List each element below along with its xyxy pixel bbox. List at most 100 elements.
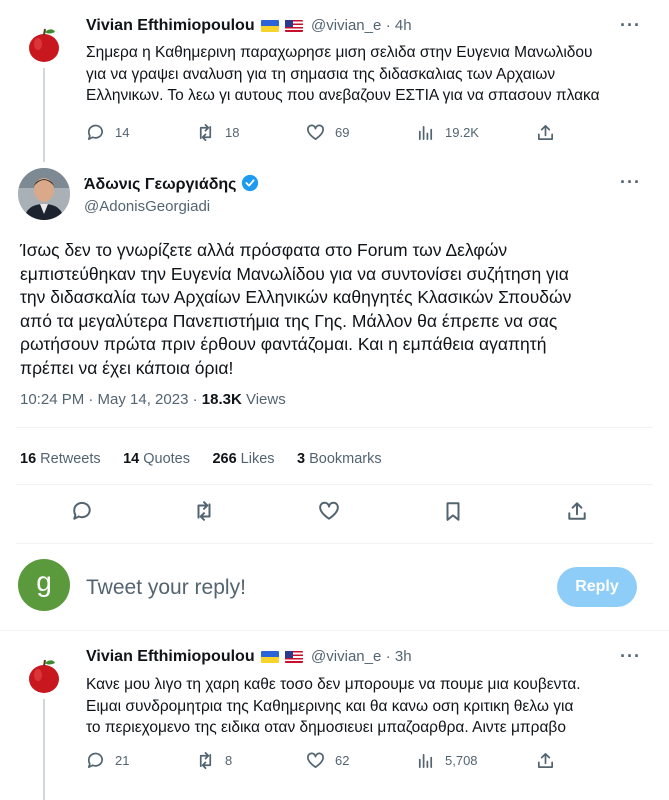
text-line: Σημερα η Καθημερινη παραχωρησε μιση σελι…	[86, 44, 593, 61]
like-button[interactable]: 69	[306, 123, 416, 142]
stat-count: 14	[123, 451, 140, 467]
tweet-2-actions: 21 8 62 5,708	[86, 751, 556, 770]
person-photo-icon	[18, 168, 70, 220]
retweet-count: 18	[225, 125, 240, 140]
us-flag-icon	[284, 19, 303, 32]
views-count: 5,708	[445, 753, 478, 768]
thread-line	[43, 699, 45, 800]
views-button[interactable]: 19.2K	[416, 123, 536, 142]
bookmarks-stat[interactable]: 3 Bookmarks	[297, 451, 382, 467]
text-line: Ειμαι συνδρομητρια της Καθημερινης και θ…	[86, 697, 574, 715]
tweet-time[interactable]: · 3h	[386, 648, 412, 665]
retweet-icon	[199, 124, 212, 141]
retweets-stat[interactable]: 16 Retweets	[20, 451, 101, 467]
quotes-stat[interactable]: 14 Quotes	[123, 451, 190, 467]
main-actions	[0, 500, 669, 524]
text-line: την διδασκαλία των Αρχαίων Ελληνικών καθ…	[20, 287, 572, 307]
stat-label: Quotes	[139, 451, 190, 467]
ukraine-flag-icon	[260, 650, 279, 663]
text-line: Κανε μου λιγο τη χαρη καθε τοσο δεν μπορ…	[86, 676, 581, 693]
views-button[interactable]: 5,708	[416, 751, 536, 770]
stat-count: 16	[20, 451, 37, 467]
stat-label: Retweets	[36, 451, 101, 467]
apple-avatar[interactable]	[24, 24, 64, 64]
verified-badge-icon	[241, 174, 259, 192]
reply-count: 14	[115, 125, 130, 140]
reply-icon	[87, 124, 103, 141]
tweet-2-text: Κανε μου λιγο τη χαρη καθε τοσο δεν μπορ…	[86, 674, 581, 739]
main-author-name-row: Άδωνις Γεωργιάδης	[84, 174, 259, 194]
author-handle[interactable]: @vivian_e	[311, 17, 381, 34]
stat-count: 3	[297, 451, 306, 467]
text-line: πρέπει να έχει κάποια όρια!	[20, 357, 234, 378]
more-options-icon[interactable]: ···	[620, 15, 641, 36]
text-line: Ίσως δεν το γνωρίζετε αλλά πρόσφατα στο …	[20, 240, 508, 260]
retweet-button[interactable]: 8	[196, 751, 306, 770]
tweet-1-actions: 14 18 69 19.2K	[86, 123, 556, 142]
like-button[interactable]: 62	[306, 751, 416, 770]
author-name[interactable]: Άδωνις Γεωργιάδης	[84, 176, 236, 193]
tweet-1-text: Σημερα η Καθημερινη παραχωρησε μιση σελι…	[86, 42, 600, 107]
text-line: το περιεχομενο της ειδικα οταν δημοσιευε…	[86, 719, 566, 736]
like-count: 69	[335, 125, 350, 140]
reply-icon[interactable]	[71, 500, 93, 522]
share-icon[interactable]	[566, 500, 588, 522]
reply-input[interactable]: Tweet your reply!	[86, 576, 246, 600]
text-line: ρωτήσουν πρώτα πριν έρθουν φαντάζομαι. Κ…	[20, 334, 547, 354]
tweet-time[interactable]: · 4h	[386, 17, 412, 34]
heart-icon	[307, 752, 324, 769]
ukraine-flag-icon	[260, 19, 279, 32]
apple-avatar[interactable]	[24, 655, 64, 695]
like-count: 62	[335, 753, 350, 768]
views-icon	[418, 753, 433, 769]
views-count: 19.2K	[445, 125, 479, 140]
heart-icon	[307, 124, 324, 141]
main-tweet-text: Ίσως δεν το γνωρίζετε αλλά πρόσφατα στο …	[20, 239, 571, 380]
avatar-letter: g	[36, 566, 52, 597]
text-line: από τα μεγαλύτερα Πανεπιστήμια της Γης. …	[20, 310, 558, 331]
author-name[interactable]: Vivian Efthimiopoulou	[86, 17, 255, 34]
retweet-icon	[199, 752, 212, 769]
tweet-meta: 10:24 PM · May 14, 2023 · 18.3K Views	[20, 391, 286, 408]
stat-count: 266	[212, 451, 237, 467]
reply-button[interactable]: 14	[86, 123, 196, 142]
apple-avatar-icon	[29, 28, 59, 62]
bookmark-icon[interactable]	[442, 500, 464, 522]
stat-label: Likes	[236, 451, 275, 467]
more-options-icon[interactable]: ···	[620, 172, 641, 193]
share-button[interactable]	[536, 123, 555, 142]
author-name[interactable]: Vivian Efthimiopoulou	[86, 648, 255, 665]
heart-icon[interactable]	[318, 500, 340, 522]
share-button[interactable]	[536, 751, 555, 770]
engagement-stats: 16 Retweets 14 Quotes 266 Likes 3 Bookma…	[20, 450, 382, 468]
retweet-button[interactable]: 18	[196, 123, 306, 142]
timestamp[interactable]: 10:24 PM · May 14, 2023 ·	[20, 391, 202, 408]
us-flag-icon	[284, 650, 303, 663]
views-label: Views	[241, 391, 286, 408]
text-line: εμπιστεύθηκαν την Ευγενία Μανωλίδου για …	[20, 263, 569, 284]
reply-button[interactable]: Reply	[557, 567, 637, 607]
share-icon	[537, 124, 554, 141]
text-line: Ελληνικων. Το λεω γι αυτους που ανεβαζου…	[86, 87, 600, 104]
text-line: για να γραψει αναλυση για τη σημασια της…	[86, 65, 556, 83]
user-avatar[interactable]: g	[18, 559, 70, 611]
tweet-1-header: Vivian Efthimiopoulou @vivian_e · 4h	[86, 17, 412, 35]
divider	[16, 484, 653, 485]
author-avatar[interactable]	[18, 168, 70, 220]
more-options-icon[interactable]: ···	[620, 646, 641, 667]
likes-stat[interactable]: 266 Likes	[212, 451, 274, 467]
divider	[16, 427, 653, 428]
reply-count: 21	[115, 753, 130, 768]
stat-label: Bookmarks	[305, 451, 382, 467]
share-icon	[537, 752, 554, 769]
author-handle[interactable]: @AdonisGeorgiadi	[84, 198, 210, 215]
thread-line	[43, 68, 45, 162]
retweet-count: 8	[225, 753, 233, 768]
views-icon	[418, 125, 433, 141]
author-handle[interactable]: @vivian_e	[311, 648, 381, 665]
divider	[16, 543, 653, 544]
tweet-2-header: Vivian Efthimiopoulou @vivian_e · 3h	[86, 648, 412, 666]
retweet-icon[interactable]	[193, 500, 215, 522]
reply-button[interactable]: 21	[86, 751, 196, 770]
apple-avatar-icon	[29, 659, 59, 693]
